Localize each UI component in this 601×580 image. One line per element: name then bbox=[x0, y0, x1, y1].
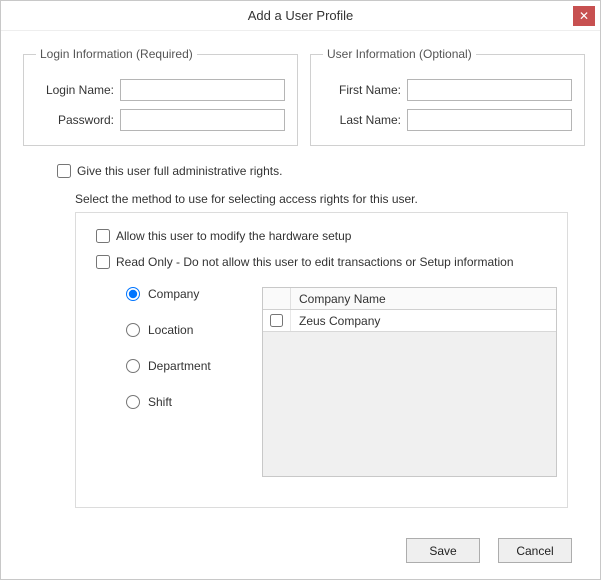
save-button[interactable]: Save bbox=[406, 538, 480, 563]
grid-header: Company Name bbox=[263, 288, 556, 310]
allow-modify-checkbox[interactable] bbox=[96, 229, 110, 243]
access-rights-panel: Allow this user to modify the hardware s… bbox=[75, 212, 568, 508]
read-only-checkbox[interactable] bbox=[96, 255, 110, 269]
login-name-input[interactable] bbox=[120, 79, 285, 101]
close-button[interactable]: ✕ bbox=[573, 6, 595, 26]
radio-department-row: Department bbox=[126, 359, 262, 373]
password-label: Password: bbox=[36, 113, 114, 127]
radio-location-row: Location bbox=[126, 323, 262, 337]
grid-row-checkbox[interactable] bbox=[270, 314, 283, 327]
login-name-row: Login Name: bbox=[36, 79, 285, 101]
read-only-row: Read Only - Do not allow this user to ed… bbox=[96, 255, 557, 269]
radio-shift-row: Shift bbox=[126, 395, 262, 409]
password-input[interactable] bbox=[120, 109, 285, 131]
radio-department-label: Department bbox=[148, 359, 211, 373]
access-instruction: Select the method to use for selecting a… bbox=[75, 192, 578, 206]
first-name-label: First Name: bbox=[323, 83, 401, 97]
grid-row-name: Zeus Company bbox=[291, 314, 556, 328]
dialog-window: Add a User Profile ✕ Login Information (… bbox=[0, 0, 601, 580]
allow-modify-label: Allow this user to modify the hardware s… bbox=[116, 229, 351, 243]
cancel-button[interactable]: Cancel bbox=[498, 538, 572, 563]
titlebar: Add a User Profile ✕ bbox=[1, 1, 600, 31]
password-row: Password: bbox=[36, 109, 285, 131]
grid-header-name: Company Name bbox=[291, 288, 556, 309]
user-info-legend: User Information (Optional) bbox=[323, 47, 476, 61]
read-only-label: Read Only - Do not allow this user to ed… bbox=[116, 255, 514, 269]
login-name-label: Login Name: bbox=[36, 83, 114, 97]
table-row[interactable]: Zeus Company bbox=[263, 310, 556, 332]
radio-location-label: Location bbox=[148, 323, 193, 337]
admin-rights-checkbox[interactable] bbox=[57, 164, 71, 178]
dialog-buttons: Save Cancel bbox=[406, 538, 572, 563]
last-name-label: Last Name: bbox=[323, 113, 401, 127]
radio-company-row: Company bbox=[126, 287, 262, 301]
radio-shift-label: Shift bbox=[148, 395, 172, 409]
top-fieldsets: Login Information (Required) Login Name:… bbox=[23, 47, 578, 146]
grid-row-checkbox-cell bbox=[263, 310, 291, 331]
login-info-group: Login Information (Required) Login Name:… bbox=[23, 47, 298, 146]
close-icon: ✕ bbox=[579, 9, 589, 23]
content-area: Login Information (Required) Login Name:… bbox=[1, 31, 600, 522]
radio-department[interactable] bbox=[126, 359, 140, 373]
grid-header-checkbox-col bbox=[263, 288, 291, 309]
allow-modify-row: Allow this user to modify the hardware s… bbox=[96, 229, 557, 243]
scope-radio-group: Company Location Department Shift bbox=[92, 287, 262, 477]
method-area: Company Location Department Shift bbox=[92, 287, 557, 477]
first-name-row: First Name: bbox=[323, 79, 572, 101]
last-name-row: Last Name: bbox=[323, 109, 572, 131]
window-title: Add a User Profile bbox=[248, 1, 354, 31]
radio-shift[interactable] bbox=[126, 395, 140, 409]
radio-company[interactable] bbox=[126, 287, 140, 301]
radio-company-label: Company bbox=[148, 287, 199, 301]
first-name-input[interactable] bbox=[407, 79, 572, 101]
user-info-group: User Information (Optional) First Name: … bbox=[310, 47, 585, 146]
login-info-legend: Login Information (Required) bbox=[36, 47, 197, 61]
admin-rights-row: Give this user full administrative right… bbox=[57, 164, 578, 178]
admin-rights-label: Give this user full administrative right… bbox=[77, 164, 282, 178]
last-name-input[interactable] bbox=[407, 109, 572, 131]
company-grid: Company Name Zeus Company bbox=[262, 287, 557, 477]
radio-location[interactable] bbox=[126, 323, 140, 337]
